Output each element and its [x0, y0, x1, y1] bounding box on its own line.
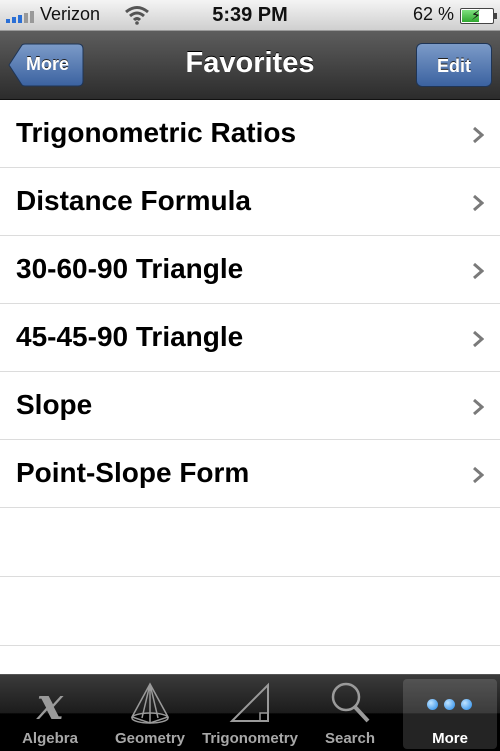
list-item-label: Slope	[16, 389, 93, 420]
empty-row	[0, 508, 500, 577]
three-dots-icon	[427, 699, 472, 710]
list-item-label: 30-60-90 Triangle	[16, 253, 244, 284]
tab-label: Algebra	[22, 730, 78, 747]
status-bar: Verizon 5:39 PM 62 % ⚡	[0, 0, 500, 31]
battery-percentage: 62 %	[412, 4, 454, 24]
battery-icon: ⚡	[460, 7, 497, 24]
chevron-right-icon	[473, 398, 484, 416]
tab-label: Search	[324, 730, 376, 747]
tab-label: Geometry	[114, 730, 186, 747]
empty-row	[0, 577, 500, 646]
chevron-right-icon	[473, 262, 484, 280]
list-item-label: Distance Formula	[16, 185, 251, 216]
chevron-right-icon	[473, 194, 484, 212]
list-item[interactable]: Trigonometric Ratios	[0, 100, 500, 168]
list-item[interactable]: Slope	[0, 372, 500, 440]
list-item-label: Point-Slope Form	[16, 457, 250, 488]
edit-button[interactable]: Edit	[416, 43, 492, 87]
tab-trigonometry[interactable]: Trigonometry	[200, 675, 300, 751]
favorites-list: Trigonometric Ratios Distance Formula 30…	[0, 100, 500, 646]
list-item[interactable]: 45-45-90 Triangle	[0, 304, 500, 372]
tab-search[interactable]: Search	[300, 675, 400, 751]
list-item[interactable]: Point-Slope Form	[0, 440, 500, 508]
list-item[interactable]: 30-60-90 Triangle	[0, 236, 500, 304]
chevron-right-icon	[473, 466, 484, 484]
tab-bar: x Algebra Geometry Trigonometry Search M…	[0, 674, 500, 751]
list-item-label: Trigonometric Ratios	[16, 117, 297, 148]
tab-more[interactable]: More	[403, 679, 497, 749]
list-item-label: 45-45-90 Triangle	[16, 321, 244, 352]
x-variable-icon: x	[36, 681, 64, 725]
chevron-right-icon	[473, 126, 484, 144]
navigation-bar: More Favorites Edit	[0, 31, 500, 100]
chevron-right-icon	[473, 330, 484, 348]
list-item[interactable]: Distance Formula	[0, 168, 500, 236]
tab-label: More	[432, 730, 468, 747]
magnifier-icon	[331, 682, 370, 723]
pyramid-icon	[130, 682, 170, 724]
right-triangle-icon	[229, 682, 269, 722]
svg-text:x: x	[36, 681, 64, 725]
tab-geometry[interactable]: Geometry	[100, 675, 200, 751]
tab-label: Trigonometry	[202, 730, 298, 747]
tab-algebra[interactable]: x Algebra	[0, 675, 100, 751]
